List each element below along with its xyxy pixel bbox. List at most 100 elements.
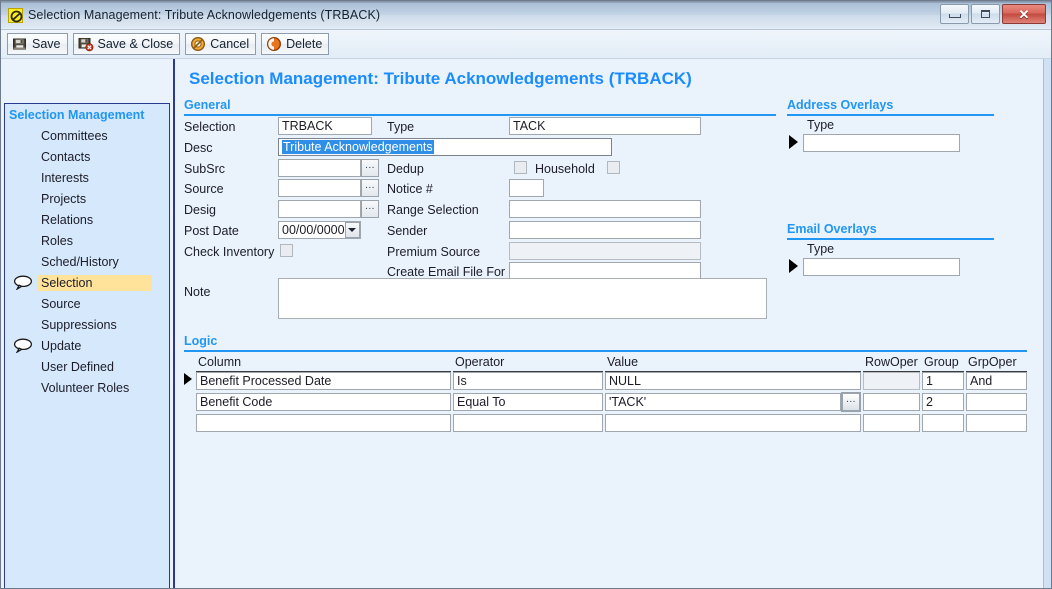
- cancel-button[interactable]: Cancel: [185, 33, 257, 55]
- subsrc-lookup-button[interactable]: ...: [361, 159, 379, 177]
- cancel-button-label: Cancel: [210, 37, 250, 51]
- sidebar-item-user-defined[interactable]: User Defined: [5, 356, 169, 377]
- sidebar-item-label: Sched/History: [41, 254, 119, 269]
- label-premium-source: Premium Source: [387, 245, 481, 259]
- subsrc-input[interactable]: [278, 159, 361, 177]
- section-header-address-overlays: Address Overlays: [787, 98, 994, 116]
- label-range-selection: Range Selection: [387, 203, 479, 217]
- sidebar-item-selection[interactable]: Selection: [5, 272, 169, 293]
- label-note: Note: [184, 285, 211, 299]
- logic-row-value-input[interactable]: 'TACK': [605, 393, 841, 411]
- sidebar-item-label: Contacts: [41, 149, 91, 164]
- title-bar: Selection Management: Tribute Acknowledg…: [1, 1, 1051, 30]
- address-overlays-column-header-type: Type: [805, 118, 960, 135]
- check-inventory-checkbox[interactable]: [280, 244, 293, 257]
- logic-row-grpoper-input[interactable]: And: [966, 372, 1027, 390]
- sidebar-item-source[interactable]: Source: [5, 293, 169, 314]
- logic-row-value-lookup-button[interactable]: ...: [841, 392, 861, 412]
- label-selection: Selection: [184, 120, 236, 134]
- section-header-logic: Logic: [184, 334, 1027, 352]
- logic-row-operator-input[interactable]: Equal To: [453, 393, 603, 411]
- logic-row-rowoper-input[interactable]: [863, 414, 920, 432]
- desc-input-value: Tribute Acknowledgements: [282, 140, 434, 154]
- label-desig: Desig: [184, 203, 216, 217]
- page-title: Selection Management: Tribute Acknowledg…: [189, 69, 692, 88]
- logic-row-column-input[interactable]: [196, 414, 451, 432]
- sidebar-item-projects[interactable]: Projects: [5, 188, 169, 209]
- sidebar-item-relations[interactable]: Relations: [5, 209, 169, 230]
- label-dedup: Dedup: [387, 162, 424, 176]
- sidebar: Selection Management Committees Contacts…: [1, 59, 175, 588]
- minimize-button[interactable]: [940, 4, 969, 24]
- notice-number-input[interactable]: [509, 179, 544, 197]
- type-input[interactable]: TACK: [509, 117, 701, 135]
- label-subsrc: SubSrc: [184, 162, 225, 176]
- logic-row-operator-input[interactable]: [453, 414, 603, 432]
- logic-row-group-input[interactable]: [922, 414, 964, 432]
- email-overlays-type-input[interactable]: [803, 258, 960, 276]
- label-source: Source: [184, 182, 224, 196]
- sender-input[interactable]: [509, 221, 701, 239]
- delete-button-label: Delete: [286, 37, 323, 51]
- post-date-combobox[interactable]: 00/00/0000: [278, 221, 361, 239]
- window-title: Selection Management: Tribute Acknowledg…: [28, 8, 381, 22]
- close-button[interactable]: ✕: [1002, 4, 1046, 24]
- sidebar-header: Selection Management: [9, 108, 145, 122]
- logic-row-group-input[interactable]: 2: [922, 393, 964, 411]
- sidebar-item-label: Suppressions: [41, 317, 117, 332]
- prohibited-circle-icon: [8, 7, 23, 23]
- save-button[interactable]: Save: [7, 33, 68, 55]
- desig-input[interactable]: [278, 200, 361, 218]
- main-content: Selection Management: Tribute Acknowledg…: [175, 59, 1051, 588]
- sidebar-item-interests[interactable]: Interests: [5, 167, 169, 188]
- sidebar-item-label: Volunteer Roles: [41, 380, 130, 395]
- delete-button[interactable]: Delete: [261, 33, 330, 55]
- logic-current-row-marker: [184, 373, 192, 385]
- sidebar-item-suppressions[interactable]: Suppressions: [5, 314, 169, 335]
- maximize-button[interactable]: [971, 4, 1000, 24]
- label-type: Type: [387, 120, 415, 134]
- source-lookup-button[interactable]: ...: [361, 179, 379, 197]
- section-header-general: General: [184, 98, 776, 116]
- note-textarea[interactable]: [278, 278, 767, 319]
- sidebar-item-label: Interests: [41, 170, 89, 185]
- sidebar-item-label: Committees: [41, 128, 108, 143]
- sidebar-item-volunteer-roles[interactable]: Volunteer Roles: [5, 377, 169, 398]
- logic-row-grpoper-input[interactable]: [966, 414, 1027, 432]
- desc-input[interactable]: Tribute Acknowledgements: [278, 138, 612, 156]
- logic-row-operator-input[interactable]: Is: [453, 372, 603, 390]
- household-checkbox[interactable]: [607, 161, 620, 174]
- sidebar-item-update[interactable]: Update: [5, 335, 169, 356]
- logic-row-rowoper-input[interactable]: [863, 393, 920, 411]
- save-button-label: Save: [32, 37, 61, 51]
- address-overlays-type-input[interactable]: [803, 134, 960, 152]
- email-overlays-column-header-type: Type: [805, 242, 960, 259]
- source-input[interactable]: [278, 179, 361, 197]
- save-close-icon: [78, 36, 94, 52]
- save-and-close-button-label: Save & Close: [97, 37, 174, 51]
- label-sender: Sender: [387, 224, 428, 238]
- logic-row-grpoper-input[interactable]: [966, 393, 1027, 411]
- selection-input[interactable]: TRBACK: [278, 117, 372, 135]
- email-overlays-row-marker: [789, 259, 798, 273]
- sidebar-item-contacts[interactable]: Contacts: [5, 146, 169, 167]
- logic-row-value-input[interactable]: NULL: [605, 372, 861, 390]
- premium-source-input: [509, 242, 701, 260]
- chevron-down-icon[interactable]: [344, 222, 360, 238]
- logic-row-group-input[interactable]: 1: [922, 372, 964, 390]
- sidebar-item-sched-history[interactable]: Sched/History: [5, 251, 169, 272]
- range-selection-input[interactable]: [509, 200, 701, 218]
- desig-lookup-button[interactable]: ...: [361, 200, 379, 218]
- cancel-circle-icon: [190, 36, 206, 52]
- sidebar-item-committees[interactable]: Committees: [5, 125, 169, 146]
- label-desc: Desc: [184, 141, 213, 155]
- logic-row-value-input[interactable]: [605, 414, 861, 432]
- body-area: Selection Management Committees Contacts…: [1, 59, 1051, 588]
- speech-bubble-icon: [13, 338, 33, 354]
- sidebar-item-roles[interactable]: Roles: [5, 230, 169, 251]
- dedup-checkbox[interactable]: [514, 161, 527, 174]
- logic-row-column-input[interactable]: Benefit Processed Date: [196, 372, 451, 390]
- save-and-close-button[interactable]: Save & Close: [72, 33, 181, 55]
- sidebar-item-label: Relations: [41, 212, 94, 227]
- logic-row-column-input[interactable]: Benefit Code: [196, 393, 451, 411]
